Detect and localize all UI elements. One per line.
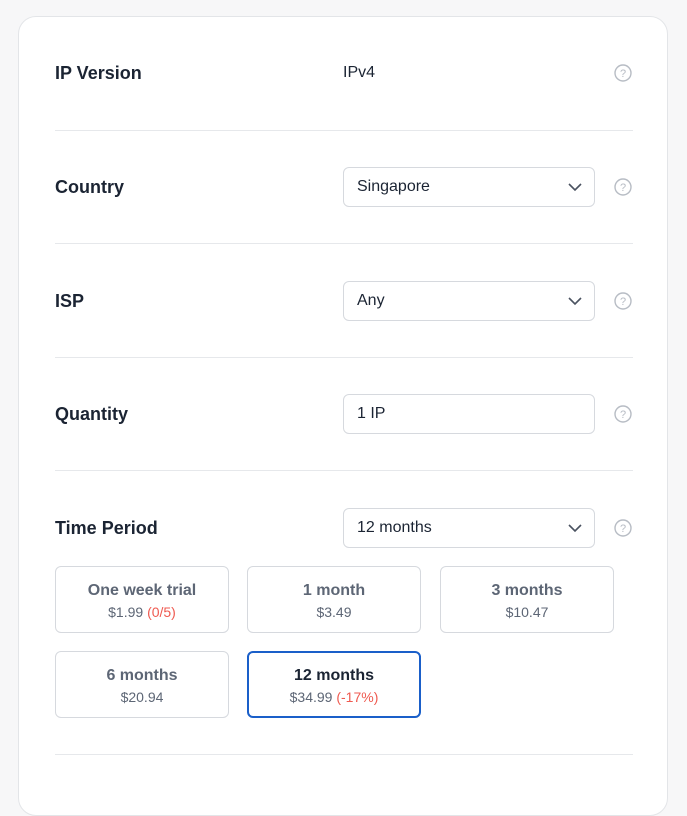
period-price-line: $10.47 (441, 604, 613, 620)
country-label: Country (55, 177, 124, 197)
isp-selected-value: Any (357, 292, 385, 309)
period-title: 12 months (293, 667, 374, 684)
period-note: (-17%) (336, 689, 379, 705)
country-row: Country Singapore ? (55, 167, 633, 207)
period-price: $3.49 (316, 604, 352, 620)
time-period-row: Time Period 12 months ? (55, 508, 633, 548)
period-price-line: $1.99 (0/5) (56, 604, 228, 620)
period-price-line: $34.99 (-17%) (249, 689, 419, 705)
period-title: 6 months (106, 667, 178, 684)
period-title: One week trial (87, 582, 197, 599)
time-period-selected-value: 12 months (357, 519, 432, 536)
svg-text:?: ? (620, 409, 626, 421)
divider (55, 130, 633, 131)
svg-text:?: ? (620, 182, 626, 194)
help-icon[interactable]: ? (614, 178, 632, 196)
help-icon[interactable]: ? (614, 292, 632, 310)
country-select[interactable]: Singapore (343, 167, 595, 207)
period-option-1-month[interactable]: 1 month $3.49 (247, 566, 421, 633)
ip-version-value: IPv4 (343, 64, 376, 81)
chevron-down-icon (568, 297, 582, 306)
quantity-row: Quantity 1 IP ? (55, 394, 633, 434)
svg-text:?: ? (620, 523, 626, 535)
chevron-down-icon (568, 524, 582, 533)
time-period-label: Time Period (55, 518, 158, 538)
svg-text:?: ? (620, 68, 626, 80)
help-icon[interactable]: ? (614, 64, 632, 82)
period-price: $20.94 (120, 689, 164, 705)
period-title: 3 months (491, 582, 563, 599)
isp-row: ISP Any ? (55, 281, 633, 321)
divider (55, 470, 633, 471)
divider (55, 357, 633, 358)
period-option-3-months[interactable]: 3 months $10.47 (440, 566, 614, 633)
divider (55, 243, 633, 244)
quantity-input[interactable]: 1 IP (343, 394, 595, 434)
period-price: $1.99 (108, 604, 144, 620)
help-icon[interactable]: ? (614, 405, 632, 423)
help-icon[interactable]: ? (614, 519, 632, 537)
order-config-card: IP Version IPv4 ? Country Singapore ? IS… (18, 16, 668, 816)
ip-version-row: IP Version IPv4 ? (55, 63, 633, 85)
period-price: $34.99 (289, 689, 333, 705)
period-title: 1 month (302, 582, 366, 599)
country-selected-value: Singapore (357, 178, 430, 195)
period-option-6-months[interactable]: 6 months $20.94 (55, 651, 229, 718)
chevron-down-icon (568, 183, 582, 192)
svg-text:?: ? (620, 296, 626, 308)
ip-version-label: IP Version (55, 63, 142, 83)
period-price-line: $3.49 (248, 604, 420, 620)
isp-select[interactable]: Any (343, 281, 595, 321)
period-note: (0/5) (147, 604, 176, 620)
divider (55, 754, 633, 755)
time-period-select[interactable]: 12 months (343, 508, 595, 548)
isp-label: ISP (55, 291, 85, 311)
period-option-12-months[interactable]: 12 months $34.99 (-17%) (247, 651, 421, 718)
period-option-one-week-trial[interactable]: One week trial $1.99 (0/5) (55, 566, 229, 633)
quantity-value: 1 IP (357, 405, 386, 422)
period-price-line: $20.94 (56, 689, 228, 705)
quantity-label: Quantity (55, 404, 129, 424)
period-price: $10.47 (505, 604, 549, 620)
